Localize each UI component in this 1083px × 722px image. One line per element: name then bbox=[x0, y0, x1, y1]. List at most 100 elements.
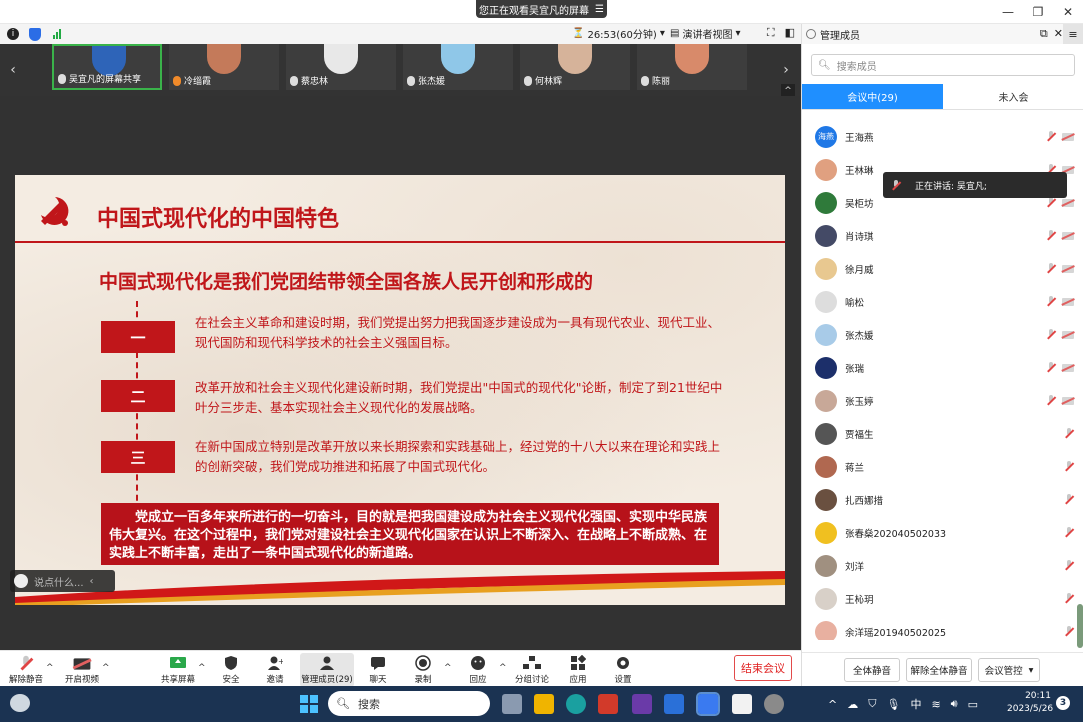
mic-off-icon[interactable] bbox=[1064, 494, 1074, 505]
video-thumbnail[interactable]: 张杰媛 bbox=[403, 44, 513, 90]
taskbar-search[interactable]: 🔍︎ 搜索 bbox=[328, 691, 490, 716]
camera-off-icon[interactable] bbox=[1062, 298, 1074, 306]
mic-off-icon[interactable] bbox=[1064, 527, 1074, 538]
video-thumbnail[interactable]: 何林辉 bbox=[520, 44, 630, 90]
unmute-button[interactable]: 解除静音 bbox=[0, 653, 52, 687]
camera-off-icon[interactable] bbox=[1062, 397, 1074, 405]
record-button[interactable]: 录制 bbox=[397, 653, 449, 687]
mic-off-icon[interactable] bbox=[1046, 197, 1056, 208]
weather-icon[interactable] bbox=[10, 694, 30, 712]
mic-off-icon[interactable] bbox=[1046, 362, 1056, 373]
member-row[interactable]: 扎西娜措 bbox=[802, 483, 1083, 516]
end-meeting-button[interactable]: 结束会议 bbox=[734, 655, 792, 681]
sidebar-toggle-icon[interactable]: ◧ bbox=[785, 26, 795, 40]
member-row[interactable]: 贾福生 bbox=[802, 417, 1083, 450]
member-row[interactable]: 刘洋 bbox=[802, 549, 1083, 582]
member-row[interactable]: 张瑞 bbox=[802, 351, 1083, 384]
shield-app-icon[interactable] bbox=[664, 694, 684, 714]
fullscreen-icon[interactable]: ⛶ bbox=[767, 26, 775, 40]
mic-off-icon[interactable] bbox=[1064, 593, 1074, 604]
start-button[interactable] bbox=[300, 695, 318, 713]
video-thumbnail[interactable]: 陈丽 bbox=[637, 44, 747, 90]
invite-button[interactable]: + 邀请 bbox=[249, 653, 301, 687]
member-row[interactable]: 王杺玥 bbox=[802, 582, 1083, 615]
view-switch-button[interactable]: ▤ 演讲者视图 ▾ bbox=[670, 26, 740, 41]
file-explorer-icon[interactable] bbox=[534, 694, 554, 714]
video-thumbnail[interactable]: 吴宜凡的屏幕共享 bbox=[52, 44, 162, 90]
member-row[interactable]: 张杰媛 bbox=[802, 318, 1083, 351]
mic-off-icon[interactable] bbox=[1046, 329, 1056, 340]
member-row[interactable]: 张玉婷 bbox=[802, 384, 1083, 417]
microphone-icon[interactable]: 🎙︎ bbox=[886, 698, 900, 711]
camera-off-icon[interactable] bbox=[1062, 265, 1074, 273]
mic-off-icon[interactable] bbox=[1064, 428, 1074, 439]
meeting-control-button[interactable]: 会议管控 ▾ bbox=[978, 658, 1040, 682]
chevron-left-icon[interactable]: ‹ bbox=[90, 576, 94, 587]
mic-off-icon[interactable] bbox=[1064, 560, 1074, 571]
member-row[interactable]: 喻松 bbox=[802, 285, 1083, 318]
member-row[interactable]: 肖诗琪 bbox=[802, 219, 1083, 252]
meeting-app-icon[interactable] bbox=[696, 692, 720, 716]
close-icon[interactable]: ✕ bbox=[1054, 27, 1063, 41]
wifi-icon[interactable]: ≋ bbox=[931, 698, 940, 711]
mic-off-icon[interactable] bbox=[1064, 461, 1074, 472]
search-input[interactable]: 🔍︎ 搜索成员 bbox=[811, 54, 1075, 76]
task-view-icon[interactable] bbox=[502, 694, 522, 714]
chevron-up-icon[interactable]: ^ bbox=[46, 663, 54, 673]
mic-off-icon[interactable] bbox=[1046, 395, 1056, 406]
mic-off-icon[interactable] bbox=[1046, 263, 1056, 274]
member-row[interactable]: 蒋兰 bbox=[802, 450, 1083, 483]
notification-badge[interactable]: 3 bbox=[1056, 696, 1070, 710]
member-row[interactable]: 余洋瑶201940502025 bbox=[802, 615, 1083, 640]
camera-off-icon[interactable] bbox=[1062, 199, 1074, 207]
menu-icon[interactable]: ☰ bbox=[595, 4, 604, 15]
close-icon[interactable]: ✕ bbox=[1053, 0, 1083, 24]
unmute-all-button[interactable]: 解除全体静音 bbox=[906, 658, 972, 682]
mic-off-icon[interactable] bbox=[1046, 296, 1056, 307]
breakout-button[interactable]: 分组讨论 bbox=[506, 653, 558, 687]
security-tray-icon[interactable]: ⛉ bbox=[868, 697, 876, 711]
reactions-button[interactable]: 回应 bbox=[452, 653, 504, 687]
info-icon[interactable]: i bbox=[4, 25, 22, 43]
minimize-icon[interactable]: — bbox=[993, 0, 1023, 24]
document-icon[interactable] bbox=[732, 694, 752, 714]
manage-members-button[interactable]: 管理成员(29) bbox=[300, 653, 354, 687]
chevron-up-icon[interactable]: ^ bbox=[102, 663, 110, 673]
chevron-left-icon[interactable]: ‹ bbox=[0, 44, 26, 96]
chevron-up-icon[interactable]: ^ bbox=[828, 698, 837, 711]
battery-icon[interactable]: ▭ bbox=[968, 698, 978, 711]
mic-off-icon[interactable] bbox=[1046, 131, 1056, 142]
settings-button[interactable]: 设置 bbox=[597, 653, 649, 687]
onenote-icon[interactable] bbox=[632, 694, 652, 714]
mic-off-icon[interactable] bbox=[1046, 230, 1056, 241]
tab-in-meeting[interactable]: 会议中(29) bbox=[802, 84, 943, 110]
video-button[interactable]: 开启视频 bbox=[56, 653, 108, 687]
chevron-up-icon[interactable]: ^ bbox=[444, 663, 452, 673]
member-row[interactable]: 徐月威 bbox=[802, 252, 1083, 285]
camera-off-icon[interactable] bbox=[1062, 133, 1074, 141]
emoji-icon[interactable] bbox=[14, 574, 28, 588]
share-screen-button[interactable]: 共享屏幕 bbox=[152, 653, 204, 687]
video-thumbnail[interactable]: 蔡忠林 bbox=[286, 44, 396, 90]
meeting-timer[interactable]: ⏳ 26:53(60分钟) ▾ bbox=[572, 26, 665, 41]
member-row[interactable]: 海燕 王海燕 bbox=[802, 120, 1083, 153]
restore-icon[interactable]: ❐ bbox=[1023, 0, 1053, 24]
edge-icon[interactable] bbox=[566, 694, 586, 714]
wps-icon[interactable] bbox=[598, 694, 618, 714]
mute-all-button[interactable]: 全体静音 bbox=[844, 658, 900, 682]
watching-banner[interactable]: 您正在观看吴宜凡的屏幕 ☰ bbox=[476, 0, 607, 18]
clock[interactable]: 20:11 2023/5/26 bbox=[1007, 690, 1053, 716]
video-thumbnail[interactable]: 冷缁霞 bbox=[169, 44, 279, 90]
chat-input[interactable]: 说点什么... ‹ bbox=[10, 570, 115, 592]
camera-off-icon[interactable] bbox=[1062, 331, 1074, 339]
onedrive-icon[interactable]: ☁ bbox=[847, 698, 858, 711]
settings-app-icon[interactable] bbox=[764, 694, 784, 714]
tab-not-joined[interactable]: 未入会 bbox=[943, 84, 1083, 110]
member-row[interactable]: 张春燊202040502033 bbox=[802, 516, 1083, 549]
camera-off-icon[interactable] bbox=[1062, 232, 1074, 240]
menu-icon[interactable]: ≡ bbox=[1063, 24, 1083, 44]
shield-icon[interactable] bbox=[26, 25, 44, 43]
scrollbar[interactable] bbox=[1077, 604, 1083, 648]
signal-icon[interactable] bbox=[48, 25, 66, 43]
camera-off-icon[interactable] bbox=[1062, 364, 1074, 372]
